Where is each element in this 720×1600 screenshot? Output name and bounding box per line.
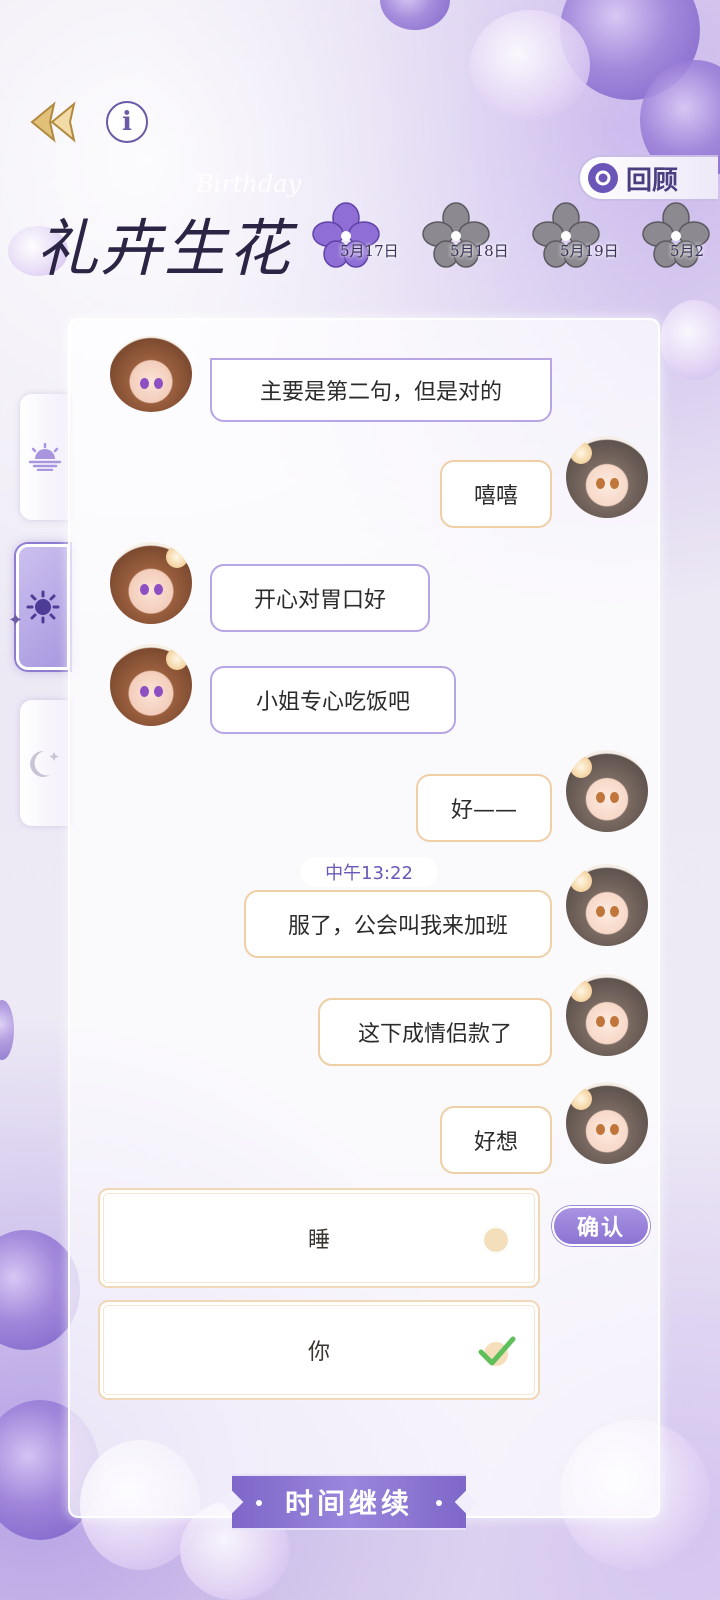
time-text: 中午13:22 xyxy=(325,863,413,884)
user-avatar[interactable] xyxy=(566,974,648,1056)
time-divider: 中午13:22 xyxy=(300,857,438,887)
user-avatar[interactable] xyxy=(566,864,648,946)
message-text: 好想 xyxy=(473,1130,518,1155)
date-item-5-19[interactable]: 5月19日 xyxy=(526,198,636,278)
decor-flower xyxy=(470,10,590,120)
tab-morning[interactable] xyxy=(20,394,70,520)
date-label: 5月19日 xyxy=(560,242,619,260)
message-bubble: 这下成情侣款了 xyxy=(318,998,552,1066)
logo-title: 礼卉生花 xyxy=(36,212,293,285)
message-text: 服了，公会叫我来加班 xyxy=(287,914,508,939)
moon-icon xyxy=(30,750,59,777)
tab-noon[interactable] xyxy=(16,544,70,670)
date-label: 5月18日 xyxy=(450,242,509,260)
date-item-5-18[interactable]: 5月18日 xyxy=(416,198,526,278)
message-text: 开心对胃口好 xyxy=(253,588,386,613)
back-button[interactable] xyxy=(28,100,80,144)
continue-time-button[interactable]: 时间继续 xyxy=(232,1474,466,1530)
option-label: 你 xyxy=(307,1340,330,1365)
message-bubble: 主要是第二句，但是对的 xyxy=(210,358,552,422)
date-label: 5月17日 xyxy=(340,242,399,260)
user-avatar[interactable] xyxy=(566,436,648,518)
option-label: 睡 xyxy=(307,1228,330,1253)
logo-subtitle: Birthday xyxy=(196,170,302,198)
message-text: 好—— xyxy=(450,798,517,823)
message-bubble: 服了，公会叫我来加班 xyxy=(244,890,552,958)
contact-avatar[interactable] xyxy=(110,336,192,412)
message-bubble: 开心对胃口好 xyxy=(210,564,430,632)
user-avatar[interactable] xyxy=(566,750,648,832)
date-item-5-20[interactable]: 5月2 xyxy=(636,198,720,278)
sparkle-icon: ✦ xyxy=(8,610,24,631)
back-arrow-icon xyxy=(30,101,76,143)
confirm-button[interactable]: 确认 xyxy=(552,1206,650,1246)
review-button[interactable]: 回顾 xyxy=(578,155,718,201)
date-item-5-17[interactable]: 5月17日 xyxy=(306,198,416,278)
sun-icon xyxy=(26,590,60,624)
message-text: 小姐专心吃饭吧 xyxy=(255,690,410,715)
sunrise-icon xyxy=(28,443,62,471)
tab-night[interactable] xyxy=(20,700,70,826)
message-text: 这下成情侣款了 xyxy=(357,1022,512,1047)
reply-option[interactable]: 睡 xyxy=(98,1188,540,1288)
message-bubble: 小姐专心吃饭吧 xyxy=(210,666,456,734)
info-button[interactable]: i xyxy=(106,101,148,143)
message-text: 嘻嘻 xyxy=(473,484,518,509)
review-label: 回顾 xyxy=(626,165,679,196)
info-icon: i xyxy=(122,107,132,137)
message-bubble: 好—— xyxy=(416,774,552,842)
message-text: 主要是第二句，但是对的 xyxy=(259,380,502,405)
message-bubble: 好想 xyxy=(440,1106,552,1174)
refresh-icon xyxy=(588,163,618,193)
message-bubble: 嘻嘻 xyxy=(440,460,552,528)
date-label: 5月2 xyxy=(670,242,705,260)
reply-option[interactable]: 你 xyxy=(98,1300,540,1400)
checkmark-icon xyxy=(478,1336,516,1366)
user-avatar[interactable] xyxy=(566,1082,648,1164)
unselected-dot-icon xyxy=(484,1228,508,1252)
contact-avatar[interactable] xyxy=(110,542,192,624)
continue-label: 时间继续 xyxy=(284,1487,413,1520)
event-logo: Birthday 礼卉生花 xyxy=(8,170,301,285)
contact-avatar[interactable] xyxy=(110,644,192,726)
